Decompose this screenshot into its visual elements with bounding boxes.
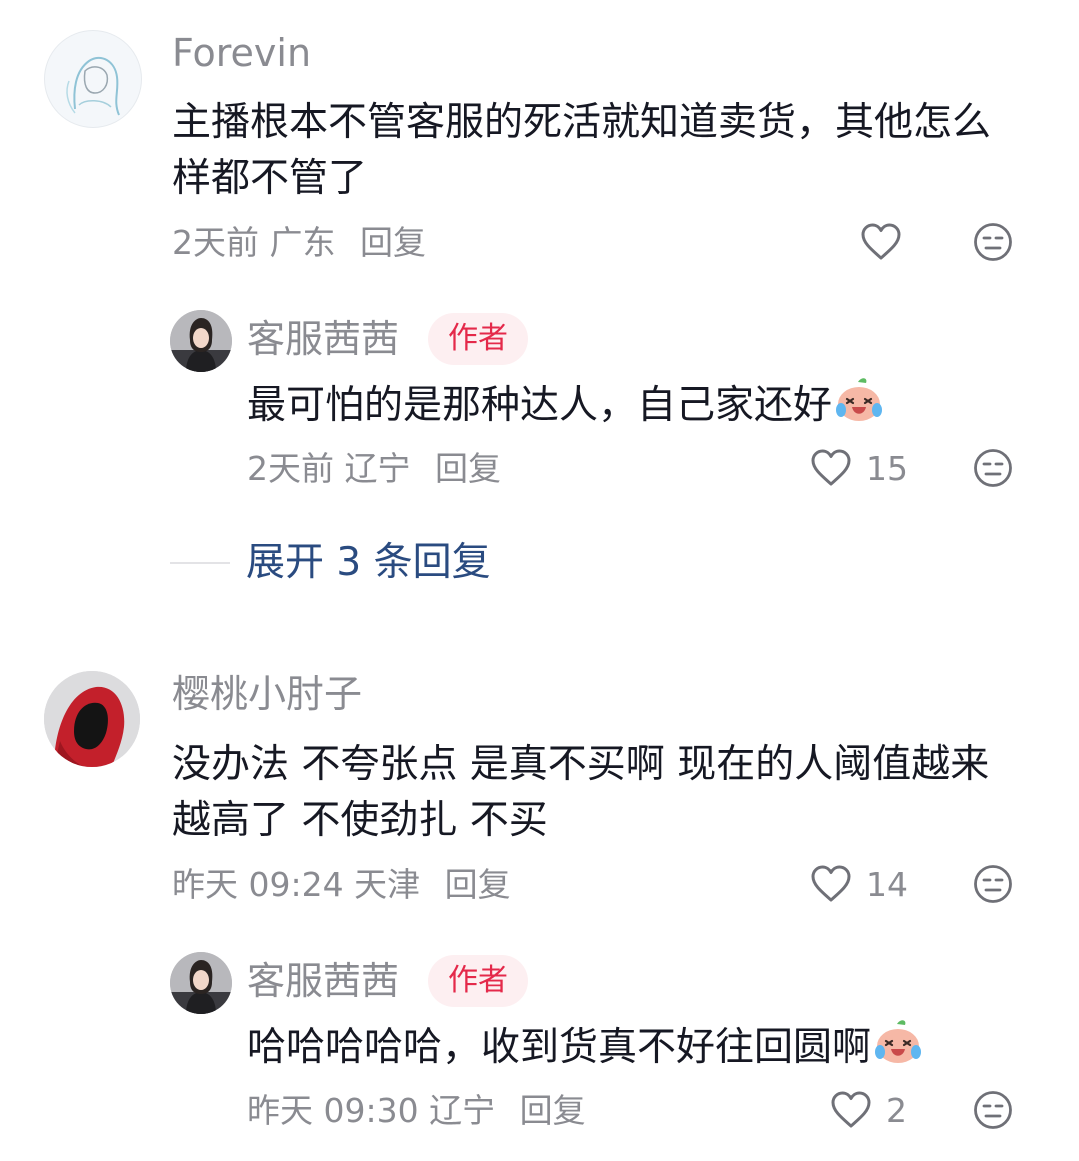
comment-meta: 昨天 09:24 天津 回复: [172, 868, 511, 901]
comment-location: 辽宁: [429, 1091, 496, 1130]
comment-text: 哈哈哈哈哈，收到货真不好往回圆啊: [247, 1018, 1047, 1082]
comment-time: 2天前: [247, 449, 334, 488]
avatar[interactable]: [170, 952, 232, 1014]
comment-text-content: 哈哈哈哈哈，收到货真不好往回圆啊: [247, 1025, 872, 1070]
comment-time: 昨天 09:24: [172, 865, 344, 904]
comment-text-content: 最可怕的是那种达人，自己家还好: [247, 383, 833, 428]
comment-location: 辽宁: [344, 449, 411, 488]
dislike-button[interactable]: [973, 448, 1013, 492]
reply-button[interactable]: 回复: [360, 223, 426, 262]
comment-time: 昨天 09:30: [247, 1091, 419, 1130]
reply-button[interactable]: 回复: [435, 449, 501, 488]
avatar[interactable]: [170, 310, 232, 372]
laughing-crying-emoji-icon: [873, 1018, 923, 1082]
comment-text: 最可怕的是那种达人，自己家还好: [247, 376, 1007, 440]
like-button[interactable]: 14: [810, 864, 908, 904]
dislike-face-icon: [974, 865, 1012, 903]
person-photo-avatar-icon: [170, 952, 232, 1014]
expand-replies-button[interactable]: 展开 3 条回复: [170, 543, 491, 582]
like-button[interactable]: [860, 222, 902, 262]
comment-meta: 昨天 09:30 辽宁 回复: [247, 1094, 586, 1127]
like-button[interactable]: 15: [810, 448, 908, 488]
dislike-face-icon: [974, 1091, 1012, 1129]
comment-item: 樱桃小肘子 没办法 不夸张点 是真不买啊 现在的人阈值越来越高了 不使劲扎 不买…: [0, 650, 1079, 930]
username[interactable]: 客服茜茜: [247, 320, 399, 358]
author-badge: 作者: [428, 313, 528, 365]
heart-outline-icon: [831, 1091, 871, 1128]
dislike-button[interactable]: [973, 222, 1013, 266]
heart-outline-icon: [811, 865, 851, 902]
comment-text: 主播根本不管客服的死活就知道卖货，其他怎么样都不管了: [172, 100, 992, 201]
expand-replies-label: 展开 3 条回复: [246, 540, 491, 585]
comment-text: 没办法 不夸张点 是真不买啊 现在的人阈值越来越高了 不使劲扎 不买: [172, 742, 990, 843]
username[interactable]: 客服茜茜: [247, 962, 399, 1000]
comment-time: 2天前: [172, 223, 259, 262]
comment-location: 天津: [354, 865, 421, 904]
username[interactable]: Forevin: [172, 34, 311, 72]
reply-button[interactable]: 回复: [520, 1091, 586, 1130]
red-hood-avatar-icon: [44, 671, 140, 767]
reply-button[interactable]: 回复: [445, 865, 511, 904]
expand-divider: [170, 561, 230, 564]
heart-outline-icon: [811, 449, 851, 486]
reply-item: 客服茜茜 作者 最可怕的是那种达人，自己家还好 2天前 辽宁 回复 15: [0, 300, 1079, 500]
like-count: 2: [886, 1090, 907, 1130]
person-photo-avatar-icon: [170, 310, 232, 372]
comment-item: Forevin 主播根本不管客服的死活就知道卖货，其他怎么样都不管了 2天前 广…: [0, 0, 1079, 280]
reply-item: 客服茜茜 作者 哈哈哈哈哈，收到货真不好往回圆啊 昨天 09:30 辽宁 回复 …: [0, 942, 1079, 1152]
like-button[interactable]: 2: [830, 1090, 907, 1130]
dislike-face-icon: [974, 449, 1012, 487]
comment-location: 广东: [269, 223, 336, 262]
dislike-face-icon: [974, 223, 1012, 261]
comment-meta: 2天前 广东 回复: [172, 226, 426, 259]
sketch-girl-avatar-icon: [66, 56, 120, 116]
avatar[interactable]: [44, 671, 140, 767]
author-badge: 作者: [428, 955, 528, 1007]
dislike-button[interactable]: [973, 1090, 1013, 1134]
comment-meta: 2天前 辽宁 回复: [247, 452, 501, 485]
avatar[interactable]: [44, 30, 142, 128]
laughing-crying-emoji-icon: [834, 376, 884, 440]
like-count: 14: [866, 864, 908, 904]
username[interactable]: 樱桃小肘子: [172, 675, 362, 713]
heart-outline-icon: [861, 223, 901, 260]
like-count: 15: [866, 448, 908, 488]
dislike-button[interactable]: [973, 864, 1013, 908]
